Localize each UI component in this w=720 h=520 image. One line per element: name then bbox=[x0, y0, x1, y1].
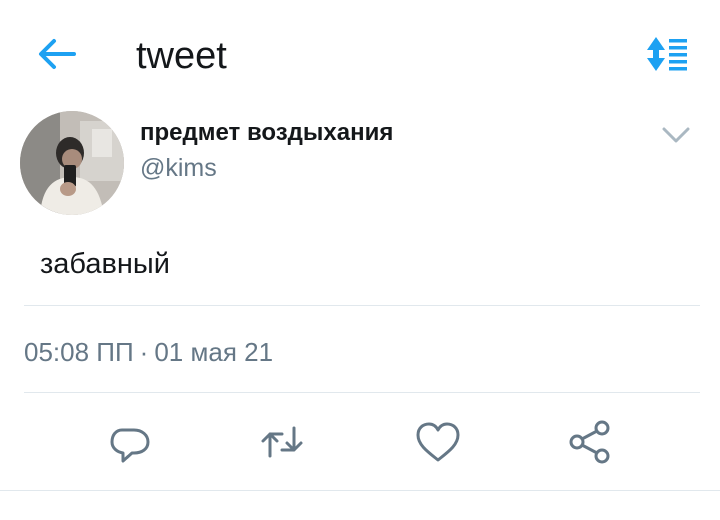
like-button[interactable] bbox=[414, 418, 462, 466]
reply-icon bbox=[110, 428, 150, 463]
display-name[interactable]: предмет воздыхания bbox=[140, 118, 393, 148]
tweet-timestamp: 05:08 ПП · 01 мая 21 bbox=[24, 336, 273, 368]
share-icon bbox=[569, 420, 610, 464]
divider bbox=[24, 392, 700, 393]
sort-button[interactable] bbox=[644, 34, 690, 74]
back-button[interactable] bbox=[36, 36, 78, 72]
arrow-left-icon bbox=[39, 39, 76, 69]
more-options-button[interactable] bbox=[658, 120, 694, 150]
timestamp-separator: · bbox=[139, 337, 149, 367]
retweet-button[interactable] bbox=[258, 418, 306, 466]
divider bbox=[0, 490, 720, 491]
divider bbox=[24, 305, 700, 306]
retweet-icon bbox=[261, 426, 303, 458]
avatar[interactable] bbox=[20, 111, 124, 215]
sort-list-icon bbox=[647, 37, 687, 71]
page-title: tweet bbox=[136, 35, 227, 77]
user-handle[interactable]: @kims bbox=[140, 153, 217, 183]
app-header: tweet bbox=[0, 0, 720, 110]
reply-button[interactable] bbox=[106, 418, 154, 466]
share-button[interactable] bbox=[566, 418, 614, 466]
chevron-down-icon bbox=[662, 127, 690, 143]
heart-icon bbox=[416, 422, 460, 462]
tweet-time: 05:08 ПП bbox=[24, 337, 134, 367]
tweet-text: забавный bbox=[40, 248, 170, 280]
tweet-date: 01 мая 21 bbox=[154, 337, 274, 367]
avatar-photo bbox=[20, 111, 124, 215]
